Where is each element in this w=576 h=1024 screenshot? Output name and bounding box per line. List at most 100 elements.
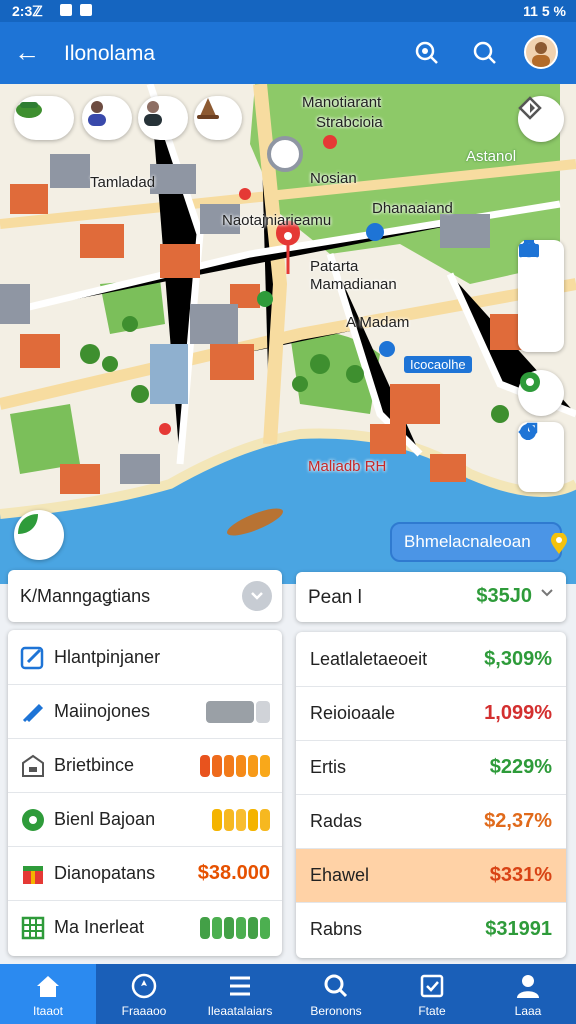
map-view[interactable]: Manotiarant Strabcioia Astanol Tamladad … (0, 84, 576, 584)
nav-item-search[interactable]: Beronons (288, 964, 384, 1024)
nav-label: Ileaatalaiars (207, 1004, 273, 1018)
yellow-indicator (212, 808, 270, 831)
table-row-highlighted[interactable]: Ehawel $331% (296, 848, 566, 902)
user-avatar-chip[interactable] (82, 96, 132, 140)
page-title: Ilonolama (64, 42, 156, 65)
nav-item-explore[interactable]: Fraaaoo (96, 964, 192, 1024)
table-row[interactable]: Radas $2,37% (296, 794, 566, 848)
location-search-icon[interactable] (410, 36, 444, 70)
person-icon (515, 973, 541, 999)
app-bar: ← Ilonolama (0, 22, 576, 84)
map-label: Astanol (466, 148, 517, 165)
bottom-nav: Itaaot Fraaaoo Ileaatalaiars Beronons Ft… (0, 964, 576, 1024)
table-row[interactable]: Reioioaale 1,099% (296, 686, 566, 740)
map-label: Tamladad (90, 174, 156, 191)
list-item[interactable]: Ma Inerleat (8, 900, 282, 954)
map-label: Icocaolhe (404, 356, 472, 373)
map-layer-controls (518, 240, 564, 352)
price-header-label: Pean l (308, 587, 362, 608)
search-icon[interactable] (468, 36, 502, 70)
nav-label: Itaaot (32, 1004, 64, 1018)
map-label: Mamadianan (310, 276, 397, 293)
category-dropdown[interactable]: K/Manngaǥtians (8, 570, 282, 622)
nav-label: Fraaaoo (121, 1004, 167, 1018)
home-icon (35, 973, 61, 999)
list-item-label: Maiinojones (54, 701, 151, 721)
list-item-label: Bienl Bajoan (54, 809, 156, 829)
list-item-label: Hlantpinjaner (54, 646, 161, 667)
status-bar: 2:3ℤ 11 5 % (0, 0, 576, 22)
location-banner[interactable]: Bhmelacnaleoan (390, 522, 567, 562)
gift-icon (20, 861, 46, 887)
avatar[interactable] (524, 35, 558, 69)
location-banner-text: Bhmelacnaleoan (404, 532, 531, 551)
status-time: 2:3ℤ (12, 3, 43, 19)
row-value: $229% (489, 756, 552, 778)
row-label: Rabns (310, 919, 363, 939)
row-label: Leatlaletaeoeit (310, 648, 428, 669)
map-label: Strabcioia (316, 114, 383, 131)
row-label: Ehawel (310, 865, 370, 885)
gray-indicator (206, 700, 270, 723)
pencil-icon (20, 699, 46, 725)
menu-icon (227, 973, 253, 999)
nav-item-home[interactable]: Itaaot (0, 964, 96, 1024)
navigation-icon[interactable] (518, 96, 564, 142)
category-list: Hlantpinjaner Maiinojones Brietbince Bie… (8, 630, 282, 956)
price-header[interactable]: Pean l $35J0 (296, 572, 566, 622)
nav-item-profile[interactable]: Laaa (480, 964, 576, 1024)
edit-icon (20, 644, 46, 670)
hat-icon[interactable] (194, 96, 242, 140)
chat-icon[interactable] (518, 370, 564, 416)
map-label: Maliadb RH (308, 458, 387, 475)
row-value: $331% (489, 864, 552, 886)
dropdown-label: K/Manngaǥtians (20, 586, 151, 606)
nav-item-list[interactable]: Ileaatalaiars (192, 964, 288, 1024)
map-label: A Madam (346, 314, 410, 331)
status-battery: 11 5 % (523, 3, 566, 19)
price-list: Leatlaletaeoeit $,309% Reioioaale 1,099%… (296, 632, 566, 958)
map-label: Dhanaaiand (372, 200, 453, 217)
list-item-label: Dianopatans (54, 863, 156, 883)
price-header-value: $35J0 (476, 585, 532, 607)
app: 2:3ℤ 11 5 % ← Ilonolama Manotiarant Stra… (0, 0, 576, 1024)
list-item[interactable]: Bienl Bajoan (8, 792, 282, 846)
leaf-icon[interactable] (14, 510, 64, 560)
list-item-label: Ma Inerleat (54, 917, 145, 937)
chevron-down-icon[interactable] (540, 586, 554, 605)
store-icon (20, 753, 46, 779)
map-label: Naotajniarieamu (222, 212, 332, 229)
back-arrow-icon[interactable]: ← (14, 38, 40, 66)
table-row[interactable]: Leatlaletaeoeit $,309% (296, 632, 566, 686)
table-row[interactable]: Ertis $229% (296, 740, 566, 794)
nav-label: Beronons (310, 1004, 362, 1018)
row-value: $31991 (485, 918, 552, 940)
row-label: Reioioaale (310, 703, 396, 723)
category-chip-park[interactable] (14, 96, 74, 140)
list-item-value: $38.000 (197, 862, 270, 884)
nav-item-tasks[interactable]: Ftate (384, 964, 480, 1024)
list-item[interactable]: Maiinojones (8, 684, 282, 738)
row-label: Ertis (310, 757, 346, 777)
list-item[interactable]: Brietbince (8, 738, 282, 792)
list-item[interactable]: Hlantpinjaner (8, 630, 282, 684)
nav-label: Ftate (418, 1004, 446, 1018)
user-avatar-chip[interactable] (138, 96, 188, 140)
nav-label: Laaa (514, 1004, 542, 1018)
row-value: $2,37% (484, 810, 552, 832)
row-label: Radas (310, 811, 363, 831)
list-item[interactable]: Dianopatans $38.000 (8, 846, 282, 900)
compass-icon (131, 973, 157, 999)
map-label: Manotiarant (302, 94, 382, 111)
map-label: Patarta (310, 258, 359, 275)
map-label: Nosian (310, 170, 357, 187)
notification-icon (60, 4, 72, 16)
leaf-icon (20, 807, 46, 833)
green-indicator (200, 916, 270, 939)
orange-indicator (200, 754, 270, 777)
grid-icon (20, 915, 46, 941)
search-icon (323, 973, 349, 999)
table-row[interactable]: Rabns $31991 (296, 902, 566, 956)
chevron-down-icon[interactable] (242, 581, 272, 611)
row-value: 1,099% (484, 702, 552, 724)
